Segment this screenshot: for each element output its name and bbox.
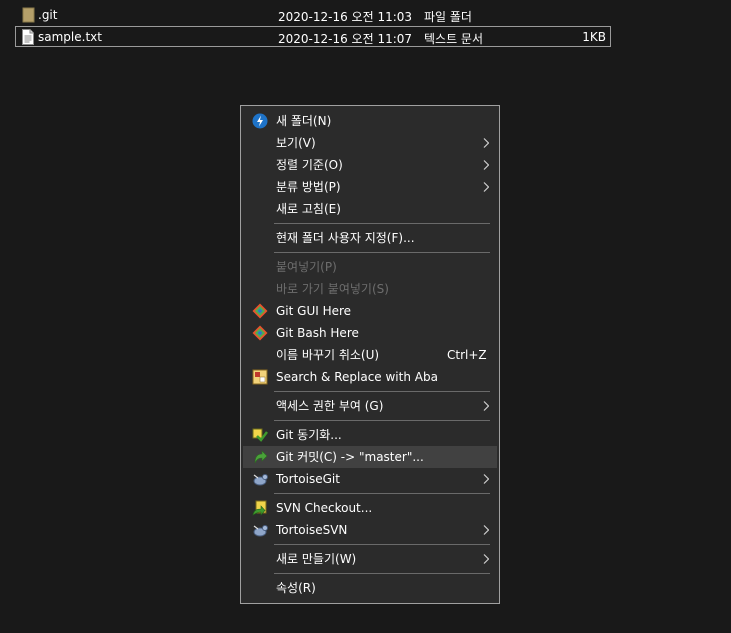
menu-label: 새로 만들기(W) — [276, 552, 357, 566]
menu-item-git-sync[interactable]: Git 동기화... — [243, 424, 497, 446]
menu-item-svn-checkout[interactable]: SVN Checkout... — [243, 497, 497, 519]
text-file-icon — [22, 29, 34, 45]
menu-item-view[interactable]: 보기(V) — [243, 132, 497, 154]
menu-item-give-access[interactable]: 액세스 권한 부여 (G) — [243, 395, 497, 417]
file-size: 1KB — [582, 30, 606, 44]
file-type: 파일 폴더 — [424, 10, 472, 24]
menu-item-sort-by[interactable]: 정렬 기준(O) — [243, 154, 497, 176]
menu-label: 이름 바꾸기 취소(U) — [276, 348, 380, 362]
menu-label: 붙여넣기(P) — [276, 260, 337, 274]
git-gui-icon — [252, 303, 268, 319]
menu-item-tortoisesvn[interactable]: TortoiseSVN — [243, 519, 497, 541]
file-date: 2020-12-16 오전 11:07 — [278, 32, 413, 46]
file-type: 텍스트 문서 — [424, 32, 484, 46]
git-commit-icon — [254, 450, 268, 464]
menu-separator — [274, 573, 490, 574]
menu-label: 새 폴더(N) — [276, 114, 332, 128]
chevron-right-icon — [483, 138, 489, 148]
menu-separator — [274, 493, 490, 494]
menu-label: 바로 가기 붙여넣기(S) — [276, 282, 389, 296]
new-folder-icon — [252, 113, 268, 129]
menu-label: SVN Checkout... — [276, 501, 373, 515]
git-sync-icon — [252, 428, 268, 442]
menu-item-tortoisegit[interactable]: TortoiseGit — [243, 468, 497, 490]
menu-separator — [274, 420, 490, 421]
menu-shortcut: Ctrl+Z — [447, 348, 487, 362]
file-name: sample.txt — [38, 30, 102, 44]
file-row-git[interactable]: .git 2020-12-16 오전 11:03 파일 폴더 — [15, 4, 611, 25]
menu-item-paste-shortcut: 바로 가기 붙여넣기(S) — [243, 278, 497, 300]
menu-label: 새로 고침(E) — [276, 202, 341, 216]
menu-item-git-gui[interactable]: Git GUI Here — [243, 300, 497, 322]
file-name: .git — [38, 8, 58, 22]
menu-separator — [274, 544, 490, 545]
menu-label: 분류 방법(P) — [276, 180, 341, 194]
menu-label: TortoiseSVN — [276, 523, 348, 537]
menu-item-search-replace[interactable]: Search & Replace with Aba — [243, 366, 497, 388]
menu-item-new-folder[interactable]: 새 폴더(N) — [243, 110, 497, 132]
menu-label: 정렬 기준(O) — [276, 158, 343, 172]
menu-item-customize-folder[interactable]: 현재 폴더 사용자 지정(F)... — [243, 227, 497, 249]
chevron-right-icon — [483, 160, 489, 170]
menu-label: TortoiseGit — [276, 472, 340, 486]
tortoisegit-icon — [253, 474, 268, 486]
menu-label: 액세스 권한 부여 (G) — [276, 399, 384, 413]
menu-item-group-by[interactable]: 분류 방법(P) — [243, 176, 497, 198]
file-row-sample[interactable]: sample.txt 2020-12-16 오전 11:07 텍스트 문서 1K… — [15, 26, 611, 47]
menu-label: 보기(V) — [276, 136, 316, 150]
menu-item-refresh[interactable]: 새로 고침(E) — [243, 198, 497, 220]
menu-item-undo-rename[interactable]: 이름 바꾸기 취소(U) Ctrl+Z — [243, 344, 497, 366]
search-replace-icon — [252, 369, 268, 385]
menu-label: Search & Replace with Aba — [276, 370, 438, 384]
menu-label: Git 커밋(C) -> "master"... — [276, 450, 424, 464]
folder-icon — [22, 7, 35, 23]
menu-label: 현재 폴더 사용자 지정(F)... — [276, 231, 415, 245]
chevron-right-icon — [483, 554, 489, 564]
file-date: 2020-12-16 오전 11:03 — [278, 10, 413, 24]
chevron-right-icon — [483, 525, 489, 535]
menu-separator — [274, 223, 490, 224]
svn-checkout-icon — [252, 500, 267, 516]
menu-item-git-bash[interactable]: Git Bash Here — [243, 322, 497, 344]
chevron-right-icon — [483, 401, 489, 411]
chevron-right-icon — [483, 182, 489, 192]
menu-separator — [274, 252, 490, 253]
menu-item-git-commit[interactable]: Git 커밋(C) -> "master"... — [243, 446, 497, 468]
chevron-right-icon — [483, 474, 489, 484]
menu-separator — [274, 391, 490, 392]
menu-label: 속성(R) — [276, 581, 316, 595]
menu-label: Git Bash Here — [276, 326, 359, 340]
menu-item-paste: 붙여넣기(P) — [243, 256, 497, 278]
context-menu: 새 폴더(N) 보기(V) 정렬 기준(O) 분류 방법(P) 새로 고침(E)… — [240, 105, 500, 604]
git-bash-icon — [252, 325, 268, 341]
tortoisesvn-icon — [253, 525, 268, 537]
menu-item-properties[interactable]: 속성(R) — [243, 577, 497, 599]
menu-label: Git GUI Here — [276, 304, 352, 318]
menu-item-new[interactable]: 새로 만들기(W) — [243, 548, 497, 570]
menu-label: Git 동기화... — [276, 428, 342, 442]
